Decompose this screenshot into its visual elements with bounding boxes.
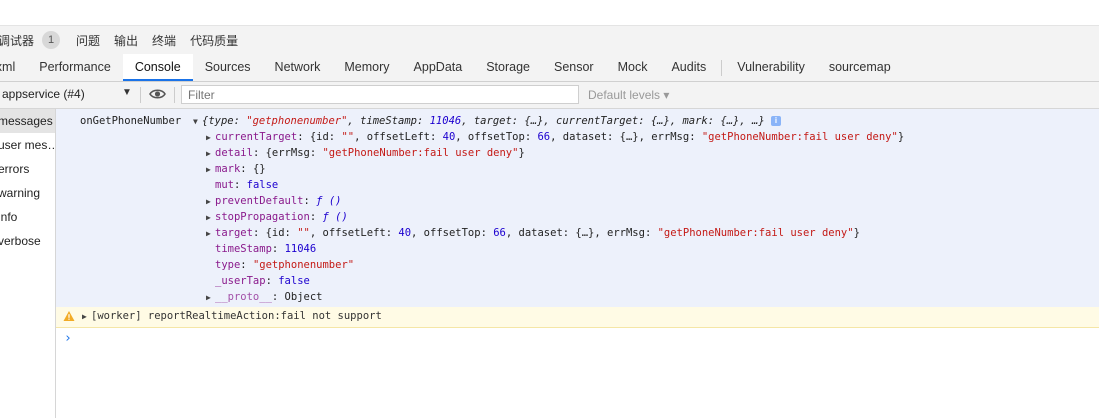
info-icon[interactable]: i <box>770 116 781 126</box>
expand-triangle-icon[interactable]: ▶ <box>206 165 215 174</box>
tab-sourcemap[interactable]: sourcemap <box>817 54 903 81</box>
expand-triangle-icon[interactable]: ▶ <box>206 293 215 302</box>
expand-triangle-icon[interactable]: ▶ <box>206 213 215 222</box>
tab-appdata[interactable]: AppData <box>402 54 475 81</box>
panel-tab-terminal[interactable]: 终端 <box>152 32 176 49</box>
expand-triangle-icon[interactable]: ▶ <box>206 149 215 158</box>
prop-target[interactable]: ▶ target: {id: "", offsetLeft: 40, offset… <box>206 227 860 239</box>
panel-tab-debugger[interactable]: 调试器 <box>0 32 34 49</box>
prop-prevent-default[interactable]: ▶ preventDefault: ƒ () <box>206 195 341 207</box>
tab-sensor[interactable]: Sensor <box>542 54 606 81</box>
expand-triangle-icon[interactable]: ▼ <box>193 117 202 126</box>
sidebar-item-user-messages[interactable]: user mes… <box>0 133 55 157</box>
warning-entry[interactable]: ▶ [worker] reportRealtimeAction:fail not … <box>56 307 1099 328</box>
tab-vulnerability[interactable]: Vulnerability <box>725 54 817 81</box>
prop-detail[interactable]: ▶ detail: {errMsg: "getPhoneNumber:fail u… <box>206 147 525 159</box>
toolbar-divider <box>140 87 141 103</box>
warning-icon <box>63 310 75 325</box>
console-prompt[interactable]: › <box>64 331 72 346</box>
prop-current-target[interactable]: ▶ currentTarget: {id: "", offsetLeft: 40,… <box>206 131 904 143</box>
tab-separator <box>721 60 723 76</box>
console-toolbar: appservice (#4) ▼ Default levels ▾ <box>0 82 1099 109</box>
prop-type: type: "getphonenumber" <box>215 259 355 271</box>
tab-console[interactable]: Console <box>122 54 193 81</box>
expand-triangle-icon[interactable]: ▶ <box>82 312 91 321</box>
tab-mock[interactable]: Mock <box>606 54 660 81</box>
tab-sources[interactable]: Sources <box>193 54 263 81</box>
prop-mut: mut: false <box>215 179 279 191</box>
panel-tabs: 调试器 1 问题 输出 终端 代码质量 <box>0 26 1099 54</box>
prop-user-tap: _userTap: false <box>215 275 310 287</box>
chevron-down-icon[interactable]: ▼ <box>122 87 132 98</box>
console-output: onGetPhoneNumber ▼ {type: "getphonenumber… <box>56 109 1099 418</box>
sidebar-item-verbose[interactable]: verbose <box>0 229 55 253</box>
tab-memory[interactable]: Memory <box>332 54 401 81</box>
console-sidebar: messages user mes… errors warning info v… <box>0 109 56 418</box>
log-source: onGetPhoneNumber <box>80 115 182 127</box>
tab-wxml[interactable]: Wxml <box>0 54 27 81</box>
expand-triangle-icon[interactable]: ▶ <box>206 133 215 142</box>
top-strip <box>0 0 1099 26</box>
panel-tab-code-quality[interactable]: 代码质量 <box>190 32 238 49</box>
prop-mark[interactable]: ▶ mark: {} <box>206 163 266 175</box>
object-summary[interactable]: ▼ {type: "getphonenumber", timeStamp: 110… <box>193 115 781 127</box>
sidebar-item-errors[interactable]: errors <box>0 157 55 181</box>
toolbar-divider <box>174 87 175 103</box>
expand-triangle-icon[interactable]: ▶ <box>206 229 215 238</box>
warning-text: ▶ [worker] reportRealtimeAction:fail not … <box>82 310 382 322</box>
tab-storage[interactable]: Storage <box>474 54 542 81</box>
prop-stop-propagation[interactable]: ▶ stopPropagation: ƒ () <box>206 211 348 223</box>
log-entry[interactable]: onGetPhoneNumber ▼ {type: "getphonenumber… <box>56 109 1099 308</box>
expand-triangle-icon[interactable]: ▶ <box>206 197 215 206</box>
default-levels-dropdown[interactable]: Default levels ▾ <box>588 88 669 102</box>
tab-network[interactable]: Network <box>263 54 333 81</box>
tab-audits[interactable]: Audits <box>659 54 718 81</box>
sidebar-item-warning[interactable]: warning <box>0 181 55 205</box>
panel-tab-problems[interactable]: 问题 <box>76 32 100 49</box>
issue-count-badge: 1 <box>42 31 61 49</box>
panel-tab-output[interactable]: 输出 <box>114 32 138 49</box>
tab-performance[interactable]: Performance <box>27 54 123 81</box>
eye-icon[interactable] <box>149 87 166 104</box>
sidebar-item-messages[interactable]: messages <box>0 109 55 133</box>
prop-timestamp: timeStamp: 11046 <box>215 243 317 255</box>
context-selector[interactable]: appservice (#4) <box>2 87 85 101</box>
sidebar-item-info[interactable]: info <box>0 205 55 229</box>
prop-proto[interactable]: ▶ __proto__: Object <box>206 291 322 303</box>
devtools-tabs: Wxml Performance Console Sources Network… <box>0 54 1099 82</box>
filter-input[interactable] <box>181 85 579 104</box>
